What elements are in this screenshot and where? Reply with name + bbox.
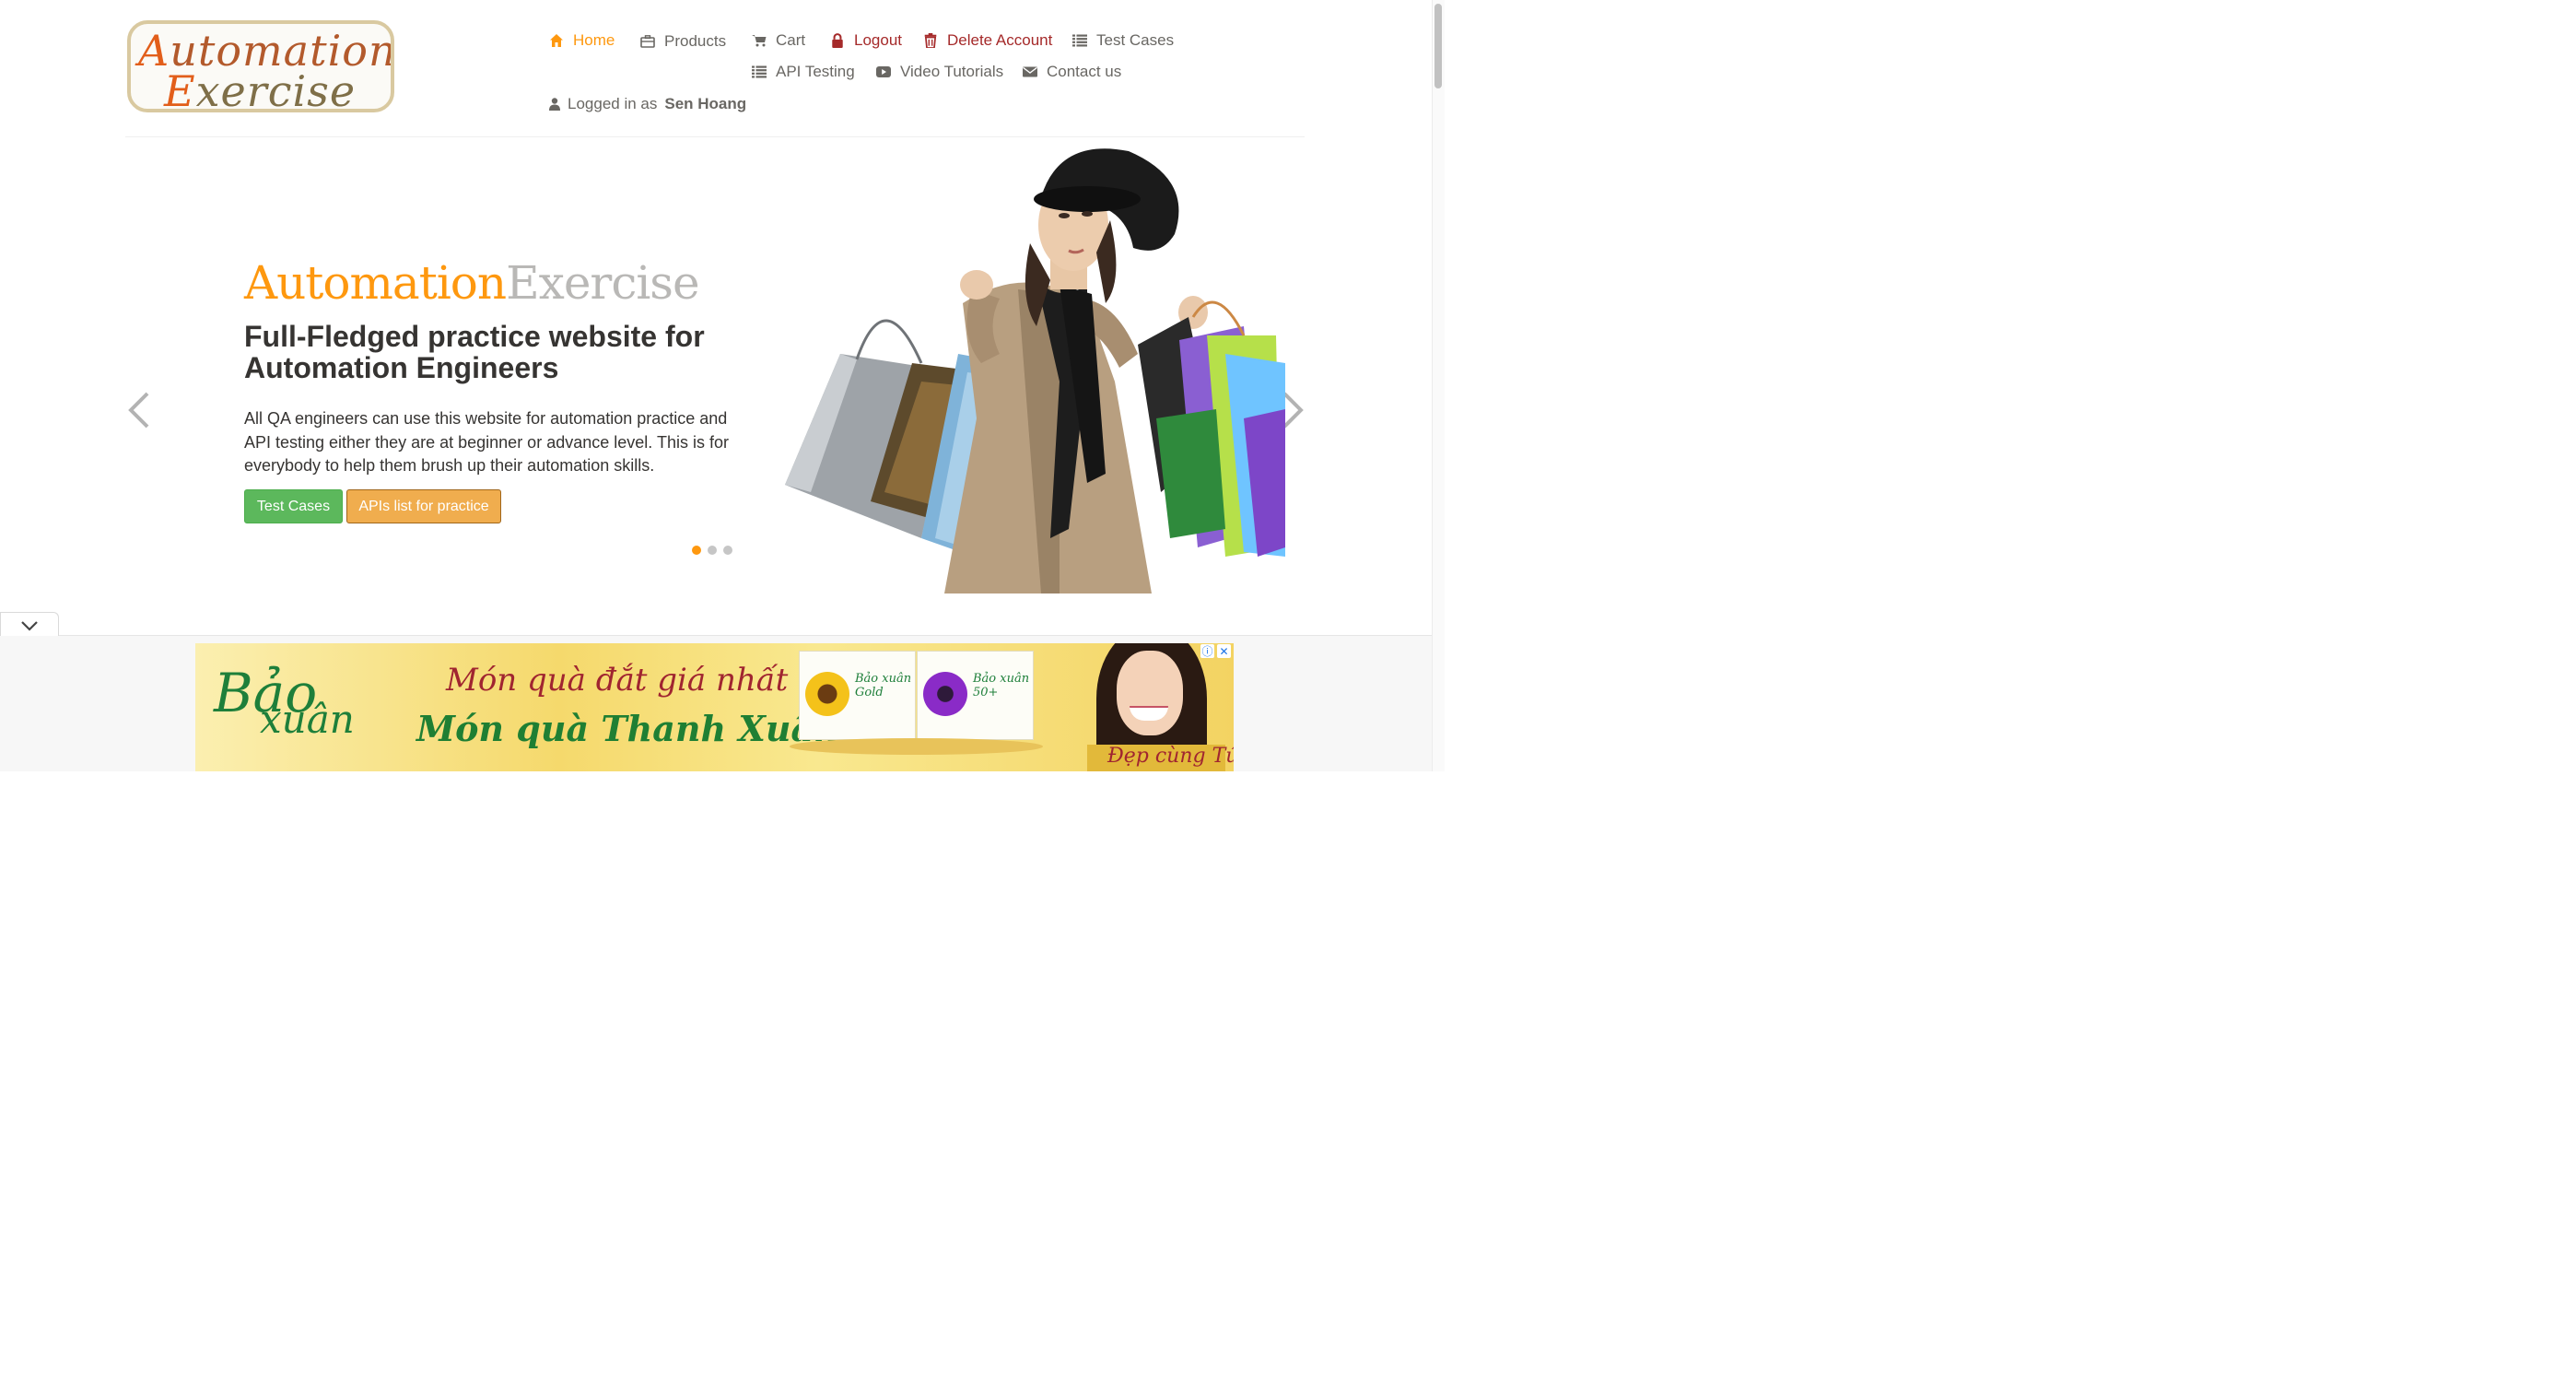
home-icon	[550, 34, 563, 47]
list-icon	[1072, 34, 1087, 47]
ad-brand-line2: xuân	[260, 697, 355, 742]
nav-test-cases-label: Test Cases	[1096, 31, 1175, 49]
nav-api-testing-label: API Testing	[776, 63, 855, 80]
ad-collapse-toggle[interactable]	[0, 612, 59, 638]
nav-home-link[interactable]: Home	[549, 31, 615, 50]
nav-logout-link[interactable]: Logout	[830, 31, 902, 50]
nav-cart-link[interactable]: Cart	[752, 31, 805, 50]
slider-indicator-dot[interactable]	[708, 546, 717, 555]
ad-tagline2: Món quà Thanh Xuân	[416, 708, 839, 749]
nav-logout-label: Logout	[854, 31, 902, 49]
briefcase-icon	[640, 35, 655, 48]
logged-in-username: Sen Hoang	[664, 95, 747, 112]
apis-list-button[interactable]: APIs list for practice	[346, 489, 501, 523]
logged-in-status: Logged in as Sen Hoang	[549, 95, 746, 113]
ad-info-icon[interactable]: ⓘ	[1200, 644, 1214, 658]
logged-in-label: Logged in as	[568, 95, 658, 112]
slider-prev-arrow-icon[interactable]	[125, 392, 153, 429]
youtube-play-icon	[876, 66, 891, 77]
chevron-down-icon	[21, 621, 38, 631]
slider-headline: Full-Fledged practice website for Automa…	[244, 320, 705, 384]
nav-cart-label: Cart	[776, 31, 806, 49]
header-divider	[125, 136, 1305, 137]
envelope-icon	[1023, 66, 1037, 77]
ad-box-gold-label: Bảo xuân Gold	[855, 672, 912, 699]
list-icon	[752, 65, 767, 78]
ad-tagline1: Món quà đắt giá nhất là	[446, 662, 827, 699]
ad-close-icon[interactable]: ✕	[1217, 644, 1231, 658]
nav-delete-account-label: Delete Account	[947, 31, 1053, 49]
ad-signature: Đẹp cùng Tú Vi	[1107, 745, 1234, 768]
slider-indicators	[692, 546, 732, 555]
nav-video-tutorials-link[interactable]: Video Tutorials	[876, 63, 1003, 81]
user-icon	[549, 98, 560, 111]
slider-description: All QA engineers can use this website fo…	[244, 409, 729, 475]
hero-girl-with-shopping-bags-image	[785, 148, 1285, 593]
nav-contact-us-link[interactable]: Contact us	[1023, 63, 1121, 81]
cart-icon	[752, 35, 767, 47]
slider-indicator-dot[interactable]	[723, 546, 732, 555]
page-scrollbar-thumb[interactable]	[1434, 4, 1442, 88]
test-cases-button[interactable]: Test Cases	[244, 489, 343, 523]
slider-indicator-dot[interactable]	[692, 546, 701, 555]
ad-box-50-label: Bảo xuân 50+	[973, 672, 1030, 699]
nav-delete-account-link[interactable]: Delete Account	[923, 31, 1052, 50]
nav-video-tutorials-label: Video Tutorials	[900, 63, 1004, 80]
brand-part-automation: Automation	[244, 256, 507, 310]
nav-products-label: Products	[664, 32, 727, 50]
lock-icon	[832, 33, 843, 48]
nav-products-link[interactable]: Products	[640, 32, 726, 51]
logo-text: xercise	[195, 66, 357, 112]
page-scrollbar[interactable]	[1432, 0, 1445, 771]
brand-part-exercise: Exercise	[506, 256, 699, 310]
nav-contact-us-label: Contact us	[1047, 63, 1122, 80]
nav-api-testing-link[interactable]: API Testing	[752, 63, 855, 81]
nav-test-cases-link[interactable]: Test Cases	[1072, 31, 1174, 50]
advertisement-banner[interactable]: Bảo xuân Món quà đắt giá nhất là Món quà…	[195, 643, 1234, 771]
ad-controls: ⓘ ✕	[1200, 644, 1231, 658]
slider-brand-title: AutomationExercise	[244, 256, 700, 310]
logo-text: E	[164, 66, 196, 112]
site-logo[interactable]: Automation Exercise	[127, 20, 394, 112]
ad-product-boxes: Bảo xuân Gold Bảo xuân 50+	[790, 651, 1043, 755]
trash-icon	[924, 33, 937, 48]
nav-home-label: Home	[573, 31, 615, 49]
